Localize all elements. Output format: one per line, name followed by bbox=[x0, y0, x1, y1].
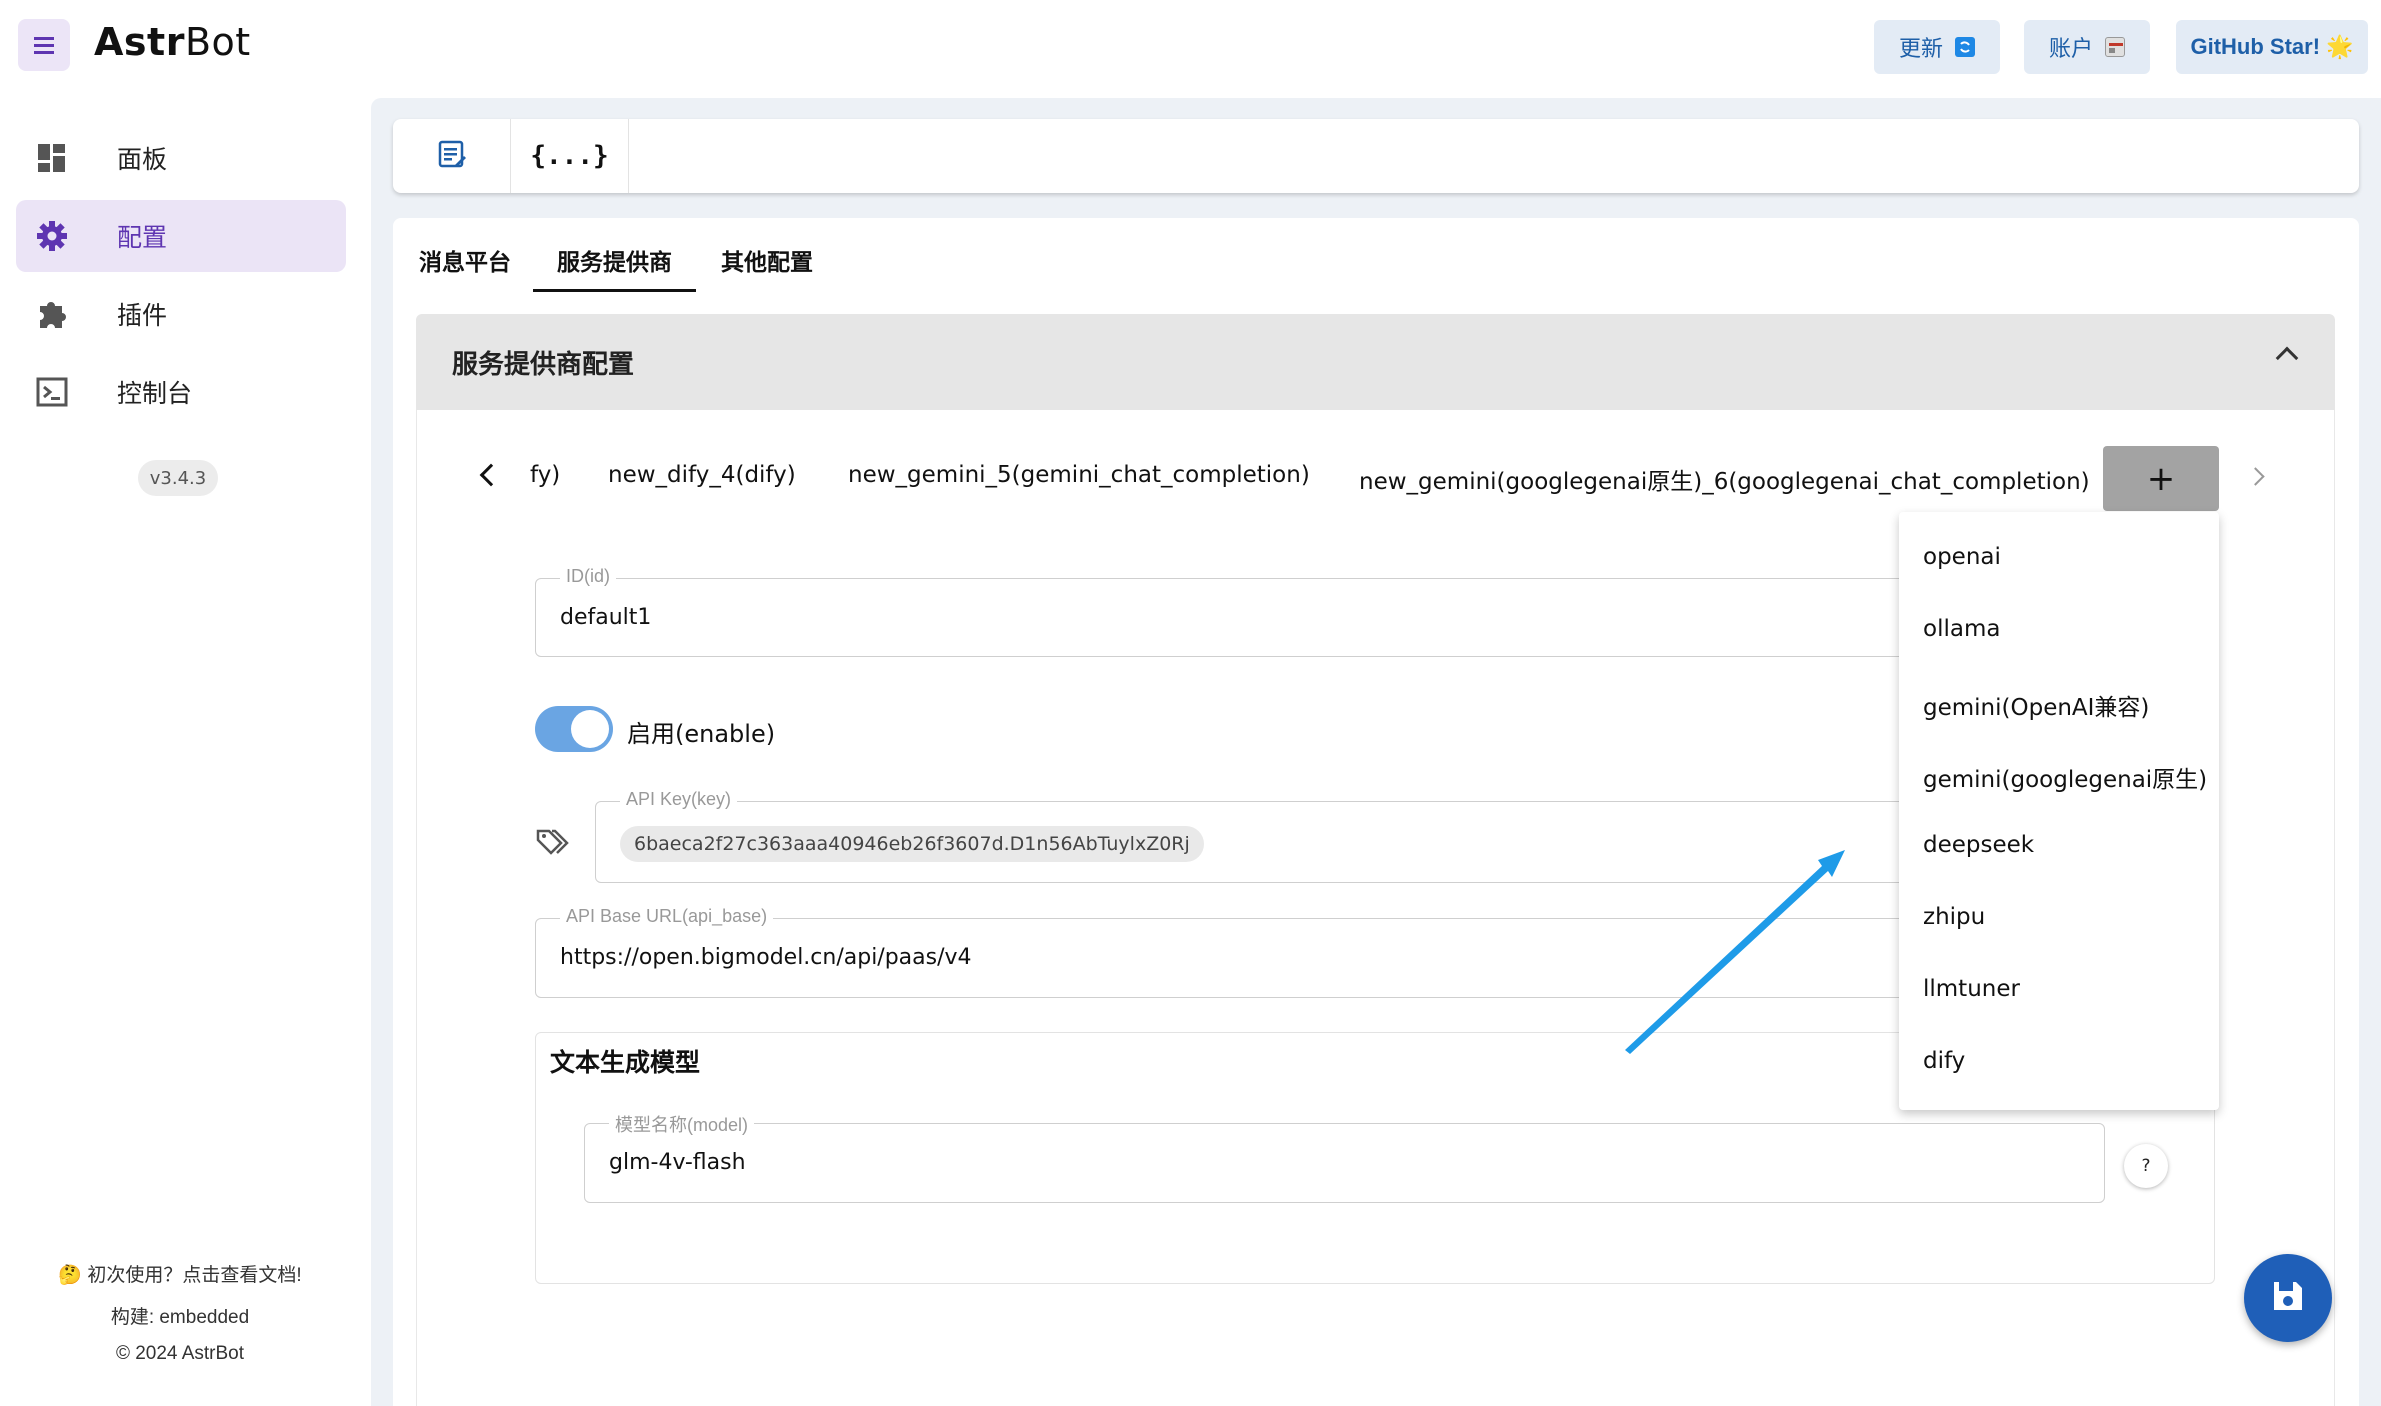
sidebar-item-dashboard[interactable]: 面板 bbox=[16, 122, 346, 194]
provider-tab[interactable]: fy) bbox=[530, 462, 560, 488]
json-editor-button[interactable]: {...} bbox=[511, 119, 629, 193]
tab-other-settings[interactable]: 其他配置 bbox=[712, 230, 822, 290]
sidebar-item-label: 面板 bbox=[117, 145, 168, 174]
build-info: 构建: embedded bbox=[110, 1307, 250, 1328]
provider-tab[interactable]: new_gemini_5(gemini_chat_completion) bbox=[848, 462, 1310, 488]
editor-mode-toolbar: {...} bbox=[393, 119, 2359, 193]
provider-tab[interactable]: new_gemini(googlegenai原生)_6(googlegenai_… bbox=[1359, 462, 2090, 496]
model-section-title: 文本生成模型 bbox=[550, 1048, 701, 1077]
hamburger-icon bbox=[34, 43, 54, 47]
sidebar-item-label: 控制台 bbox=[117, 379, 193, 408]
id-field-label: ID(id) bbox=[560, 566, 616, 587]
api-base-value: https://open.bigmodel.cn/api/paas/v4 bbox=[560, 945, 972, 970]
toggle-knob bbox=[571, 710, 609, 748]
menu-item-ollama[interactable]: ollama bbox=[1923, 616, 2000, 642]
app-logo: AstrBot bbox=[94, 20, 251, 64]
sidebar: 面板 配置 插件 控制台 v3.4.3 🤔 初次使用？点击查看文档! 构建: e… bbox=[0, 96, 360, 1406]
model-label: 模型名称(model) bbox=[609, 1111, 755, 1137]
id-field[interactable]: ID(id) default1 bbox=[535, 566, 1935, 657]
copyright: © 2024 AstrBot bbox=[115, 1343, 245, 1364]
refresh-icon bbox=[1955, 37, 1975, 57]
help-button[interactable]: ? bbox=[2124, 1144, 2168, 1188]
provider-tab[interactable]: new_dify_4(dify) bbox=[608, 462, 796, 488]
account-button-label: 账户 bbox=[2048, 36, 2093, 61]
sidebar-item-label: 插件 bbox=[117, 301, 168, 330]
save-button[interactable] bbox=[2244, 1254, 2332, 1342]
update-button[interactable]: 更新 bbox=[1874, 20, 2000, 74]
dashboard-icon bbox=[36, 142, 68, 174]
terminal-icon bbox=[36, 376, 68, 408]
sidebar-item-console[interactable]: 控制台 bbox=[16, 356, 346, 428]
tags-icon bbox=[536, 828, 570, 862]
sidebar-item-plugins[interactable]: 插件 bbox=[16, 278, 346, 350]
add-provider-button[interactable]: + bbox=[2103, 446, 2219, 511]
github-star-label: GitHub Star! 🌟 bbox=[2190, 34, 2354, 59]
puzzle-icon bbox=[36, 298, 68, 330]
update-button-label: 更新 bbox=[1898, 36, 1943, 61]
panel-title: 服务提供商配置 bbox=[452, 350, 635, 380]
gear-icon bbox=[36, 220, 68, 252]
chevron-up-icon bbox=[2275, 346, 2299, 370]
menu-item-gemini-openai[interactable]: gemini(OpenAI兼容) bbox=[1923, 688, 2149, 722]
api-key-chip[interactable]: 6baeca2f27c363aaa40946eb26f3607d.D1n56Ab… bbox=[620, 826, 1204, 862]
menu-toggle-button[interactable] bbox=[18, 19, 70, 71]
id-field-value: default1 bbox=[560, 605, 652, 630]
tab-providers[interactable]: 服务提供商 bbox=[533, 230, 696, 292]
sidebar-item-config[interactable]: 配置 bbox=[16, 200, 346, 272]
menu-item-zhipu[interactable]: zhipu bbox=[1923, 904, 1985, 930]
account-button[interactable]: 账户 bbox=[2024, 20, 2150, 74]
api-base-label: API Base URL(api_base) bbox=[560, 906, 774, 927]
app-header: AstrBot 更新 账户 GitHub Star! 🌟 bbox=[0, 0, 2381, 96]
menu-item-deepseek[interactable]: deepseek bbox=[1923, 832, 2034, 858]
model-value: glm-4v-flash bbox=[609, 1150, 746, 1175]
github-star-button[interactable]: GitHub Star! 🌟 bbox=[2176, 20, 2368, 74]
tab-platforms[interactable]: 消息平台 bbox=[410, 230, 520, 290]
id-card-icon bbox=[2105, 37, 2125, 57]
save-icon bbox=[2271, 1279, 2305, 1317]
provider-type-menu: openai ollama gemini(OpenAI兼容) gemini(go… bbox=[1899, 512, 2219, 1110]
enable-label: 启用(enable) bbox=[627, 720, 776, 748]
api-base-field[interactable]: API Base URL(api_base) https://open.bigm… bbox=[535, 906, 1935, 998]
menu-item-gemini-googlegenai[interactable]: gemini(googlegenai原生) bbox=[1923, 760, 2207, 794]
menu-item-dify[interactable]: dify bbox=[1923, 1048, 1965, 1074]
sidebar-item-label: 配置 bbox=[117, 223, 168, 252]
provider-panel-header[interactable]: 服务提供商配置 bbox=[416, 314, 2335, 410]
enable-toggle[interactable] bbox=[535, 706, 613, 752]
visual-editor-button[interactable] bbox=[393, 119, 511, 193]
docs-link[interactable]: 🤔 初次使用？点击查看文档! bbox=[0, 1260, 360, 1287]
model-field[interactable]: 模型名称(model) glm-4v-flash bbox=[584, 1111, 2105, 1203]
api-key-label: API Key(key) bbox=[620, 789, 738, 810]
edit-note-icon bbox=[437, 139, 467, 173]
version-badge: v3.4.3 bbox=[138, 460, 218, 496]
menu-item-openai[interactable]: openai bbox=[1923, 544, 2001, 570]
menu-item-llmtuner[interactable]: llmtuner bbox=[1923, 976, 2020, 1002]
